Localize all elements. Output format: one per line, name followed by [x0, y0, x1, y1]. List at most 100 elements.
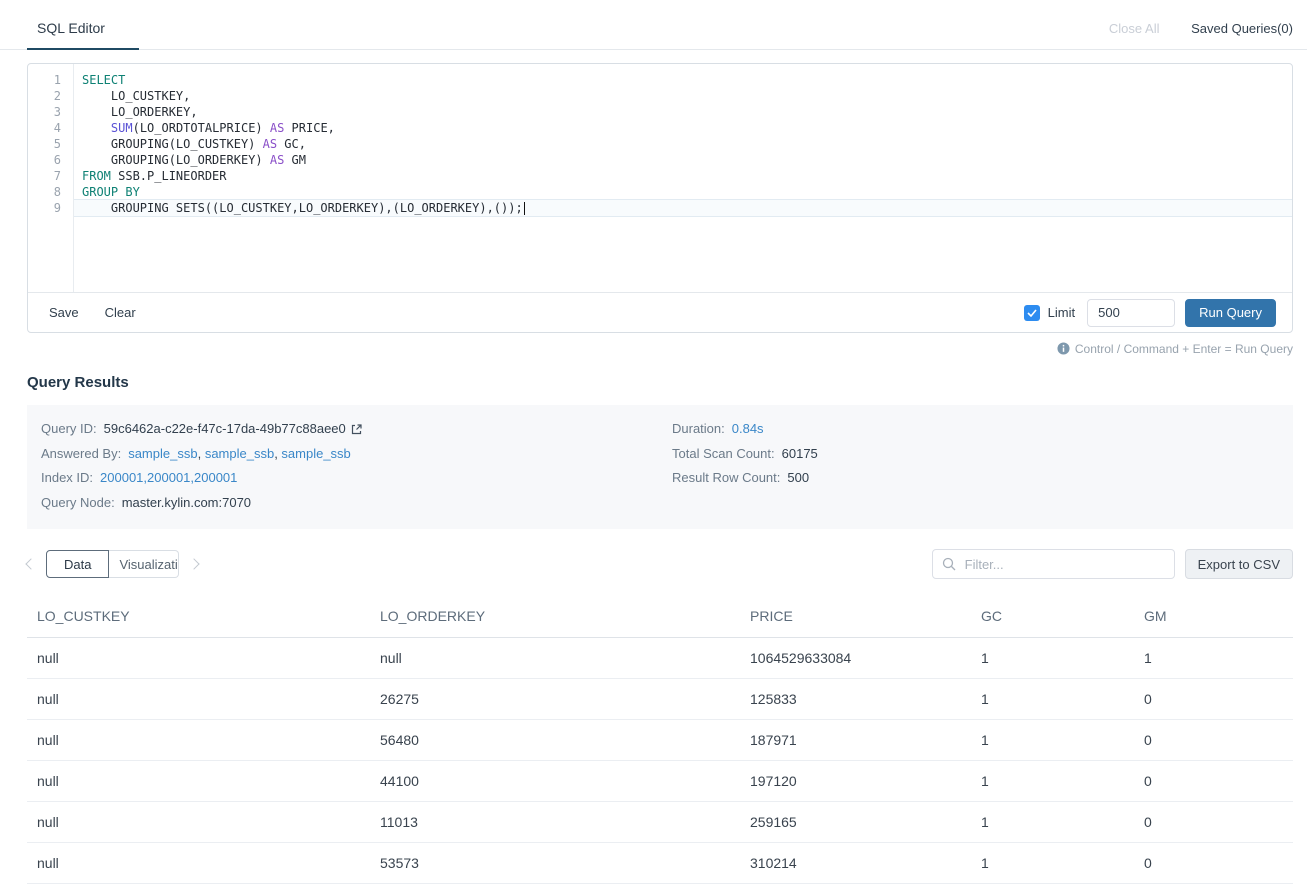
- tab-visualization[interactable]: Visualization: [109, 550, 179, 578]
- table-row: nullnull106452963308411: [27, 638, 1293, 679]
- table-cell: 310214: [740, 843, 971, 884]
- code-line[interactable]: GROUP BY: [74, 184, 1292, 200]
- code-line[interactable]: GROUPING(LO_ORDERKEY) AS GM: [74, 152, 1292, 168]
- code-token: LO_CUSTKEY,: [82, 89, 190, 103]
- editor-tabbar: SQL Editor Close All Saved Queries(0): [0, 0, 1307, 50]
- chevron-left-icon[interactable]: [25, 558, 36, 569]
- code-line[interactable]: SUM(LO_ORDTOTALPRICE) AS PRICE,: [74, 120, 1292, 136]
- answered-by-values: sample_ssb, sample_ssb, sample_ssb: [128, 442, 351, 467]
- answered-by-link[interactable]: sample_ssb: [205, 446, 274, 461]
- limit-checkbox[interactable]: [1024, 305, 1040, 321]
- code-token: AS: [263, 137, 277, 151]
- table-cell: 56480: [370, 720, 740, 761]
- chevron-right-icon[interactable]: [189, 558, 200, 569]
- code-line[interactable]: FROM SSB.P_LINEORDER: [74, 168, 1292, 184]
- saved-queries-button[interactable]: Saved Queries(0): [1191, 21, 1293, 36]
- line-number: 6: [28, 152, 73, 168]
- run-query-button[interactable]: Run Query: [1185, 299, 1276, 327]
- table-cell: 197120: [740, 761, 971, 802]
- filter-input[interactable]: [932, 549, 1175, 579]
- table-cell: 53573: [370, 843, 740, 884]
- index-id-label: Index ID:: [41, 466, 93, 491]
- line-number: 1: [28, 72, 73, 88]
- editor-footer: Save Clear Limit Run Query: [28, 292, 1292, 332]
- code-token: GROUPING(LO_ORDERKEY): [82, 153, 270, 167]
- table-body: nullnull106452963308411null2627512583310…: [27, 638, 1293, 884]
- table-cell: 1: [971, 802, 1134, 843]
- table-cell: 0: [1134, 679, 1293, 720]
- check-icon: [1027, 309, 1037, 317]
- code-editor[interactable]: 123456789 SELECT LO_CUSTKEY, LO_ORDERKEY…: [28, 64, 1292, 292]
- text-cursor: [524, 202, 525, 215]
- table-cell: 1: [971, 638, 1134, 679]
- table-cell: 0: [1134, 720, 1293, 761]
- code-token: GM: [284, 153, 306, 167]
- search-icon: [942, 557, 956, 576]
- limit-input[interactable]: [1087, 299, 1175, 327]
- query-info-right: Duration: 0.84s Total Scan Count: 60175 …: [672, 417, 818, 515]
- code-line[interactable]: GROUPING(LO_CUSTKEY) AS GC,: [74, 136, 1292, 152]
- row-count-label: Result Row Count:: [672, 466, 780, 491]
- duration-value[interactable]: 0.84s: [732, 417, 764, 442]
- column-header[interactable]: PRICE: [740, 595, 971, 638]
- table-cell: 1: [1134, 638, 1293, 679]
- line-number: 8: [28, 184, 73, 200]
- column-header[interactable]: GC: [971, 595, 1134, 638]
- query-id-value: 59c6462a-c22e-f47c-17da-49b77c88aee0: [104, 417, 346, 442]
- table-cell: null: [27, 720, 370, 761]
- editor-code: SELECT LO_CUSTKEY, LO_ORDERKEY, SUM(LO_O…: [74, 64, 1292, 292]
- row-count-row: Result Row Count: 500: [672, 466, 818, 491]
- table-cell: 187971: [740, 720, 971, 761]
- code-line[interactable]: GROUPING SETS((LO_CUSTKEY,LO_ORDERKEY),(…: [74, 200, 1292, 216]
- table-row: null5648018797110: [27, 720, 1293, 761]
- code-line[interactable]: SELECT: [74, 72, 1292, 88]
- column-header[interactable]: LO_ORDERKEY: [370, 595, 740, 638]
- duration-label: Duration:: [672, 417, 725, 442]
- table-row: null2627512583310: [27, 679, 1293, 720]
- results-toolbar: Data Visualization Export to CSV: [27, 549, 1293, 579]
- duration-row: Duration: 0.84s: [672, 417, 818, 442]
- code-line[interactable]: LO_ORDERKEY,: [74, 104, 1292, 120]
- code-line[interactable]: LO_CUSTKEY,: [74, 88, 1292, 104]
- shortcut-hint: Control / Command + Enter = Run Query: [0, 342, 1293, 356]
- query-id-label: Query ID:: [41, 417, 97, 442]
- editor-footer-right: Limit Run Query: [1024, 299, 1276, 327]
- code-token: LO_ORDERKEY,: [82, 105, 198, 119]
- save-button[interactable]: Save: [49, 305, 79, 320]
- row-count-value: 500: [787, 466, 809, 491]
- editor-gutter: 123456789: [28, 64, 74, 292]
- index-id-value[interactable]: 200001,200001,200001: [100, 466, 237, 491]
- query-node-row: Query Node: master.kylin.com:7070: [41, 491, 672, 516]
- answered-by-link[interactable]: sample_ssb: [281, 446, 350, 461]
- scan-count-row: Total Scan Count: 60175: [672, 442, 818, 467]
- table-cell: 125833: [740, 679, 971, 720]
- line-number: 5: [28, 136, 73, 152]
- table-cell: 44100: [370, 761, 740, 802]
- answered-by-row: Answered By: sample_ssb, sample_ssb, sam…: [41, 442, 672, 467]
- table-cell: 11013: [370, 802, 740, 843]
- table-cell: 26275: [370, 679, 740, 720]
- editor-footer-left: Save Clear: [49, 305, 136, 320]
- tab-data[interactable]: Data: [46, 550, 109, 578]
- line-number: 2: [28, 88, 73, 104]
- close-all-button[interactable]: Close All: [1109, 21, 1160, 36]
- table-cell: 0: [1134, 761, 1293, 802]
- separator: ,: [198, 446, 205, 461]
- code-token: GROUPING SETS((LO_CUSTKEY,LO_ORDERKEY),(…: [82, 201, 523, 215]
- clear-button[interactable]: Clear: [105, 305, 136, 320]
- query-id-row: Query ID: 59c6462a-c22e-f47c-17da-49b77c…: [41, 417, 672, 442]
- export-to-csv-button[interactable]: Export to CSV: [1185, 549, 1293, 579]
- table-cell: null: [27, 638, 370, 679]
- tab-sql-editor[interactable]: SQL Editor: [27, 20, 139, 50]
- table-cell: 1064529633084: [740, 638, 971, 679]
- external-link-icon[interactable]: [350, 423, 363, 436]
- code-token: SSB.P_LINEORDER: [111, 169, 227, 183]
- table-cell: 0: [1134, 843, 1293, 884]
- query-node-label: Query Node:: [41, 491, 115, 516]
- table-cell: 1: [971, 843, 1134, 884]
- column-header[interactable]: LO_CUSTKEY: [27, 595, 370, 638]
- limit-label: Limit: [1048, 305, 1075, 320]
- column-header[interactable]: GM: [1134, 595, 1293, 638]
- table-row: null4410019712010: [27, 761, 1293, 802]
- answered-by-link[interactable]: sample_ssb: [128, 446, 197, 461]
